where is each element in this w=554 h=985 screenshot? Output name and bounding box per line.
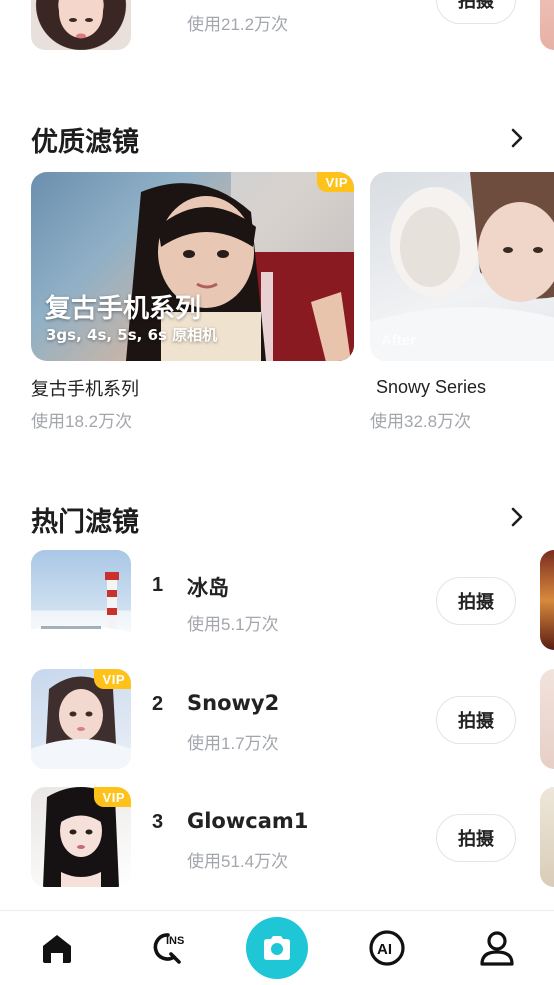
ai-icon[interactable]: AI	[368, 929, 406, 967]
snowy-card-name: Snowy Series	[376, 377, 487, 397]
glowcam1-filter-thumbnail[interactable]: VIP	[31, 787, 131, 887]
vip-badge: VIP	[93, 669, 131, 689]
hot-more-chevron-icon[interactable]	[506, 506, 528, 528]
top-filter-usage: 使用21.2万次	[187, 15, 289, 34]
camera-icon	[264, 936, 290, 960]
face-illustration	[59, 0, 103, 39]
vip-badge: VIP	[316, 172, 354, 192]
hot-peek-thumbnail-3[interactable]	[540, 787, 554, 887]
profile-icon[interactable]	[479, 929, 515, 967]
top-filter-thumbnail[interactable]	[31, 0, 131, 50]
lighthouse-illustration	[31, 572, 131, 650]
quality-section-title: 优质滤镜	[31, 127, 139, 158]
camera-button[interactable]	[246, 917, 308, 979]
ins-search-icon[interactable]: INS	[146, 929, 190, 969]
hot-item-2-shoot-button[interactable]: 拍摄	[436, 696, 516, 744]
hot-rank-2: 2	[152, 693, 164, 715]
hot-item-3-usage: 使用51.4万次	[187, 852, 289, 871]
retro-card-name: 复古手机系列	[31, 379, 139, 400]
snowy-series-card[interactable]: After	[370, 172, 554, 361]
hot-rank-1: 1	[152, 574, 164, 596]
hot-item-1-shoot-button[interactable]: 拍摄	[436, 577, 516, 625]
retro-card-banner-title: 复古手机系列	[45, 294, 202, 324]
home-icon[interactable]	[39, 931, 75, 967]
ai-label: AI	[377, 941, 392, 958]
hot-item-3-shoot-button[interactable]: 拍摄	[436, 814, 516, 862]
snowy2-filter-thumbnail[interactable]: VIP	[31, 669, 131, 769]
quality-more-chevron-icon[interactable]	[506, 127, 528, 149]
iceland-filter-thumbnail[interactable]	[31, 550, 131, 650]
retro-card-usage: 使用18.2万次	[31, 412, 133, 431]
retro-phone-series-card[interactable]: VIP 复古手机系列 3gs, 4s, 5s, 6s 原相机	[31, 172, 354, 361]
snowy-card-usage: 使用32.8万次	[370, 412, 472, 431]
top-right-peek-thumbnail[interactable]	[540, 0, 554, 50]
after-overlay-label: After	[381, 332, 417, 349]
hot-item-1-name: 冰岛	[187, 576, 229, 600]
hot-item-1-usage: 使用5.1万次	[187, 615, 279, 634]
hot-rank-3: 3	[152, 811, 164, 833]
vip-badge: VIP	[93, 787, 131, 807]
hot-peek-thumbnail-1[interactable]	[540, 550, 554, 650]
hot-item-2-name: Snowy2	[187, 691, 280, 715]
hot-section-title: 热门滤镜	[31, 507, 139, 538]
top-filter-shoot-button[interactable]: 拍摄	[436, 0, 516, 24]
hot-item-2-usage: 使用1.7万次	[187, 734, 279, 753]
ins-label: INS	[166, 935, 184, 947]
hot-item-3-name: Glowcam1	[187, 809, 309, 833]
bottom-navigation: INS AI	[0, 910, 554, 985]
retro-card-banner-subtitle: 3gs, 4s, 5s, 6s 原相机	[46, 326, 218, 344]
hot-peek-thumbnail-2[interactable]	[540, 669, 554, 769]
